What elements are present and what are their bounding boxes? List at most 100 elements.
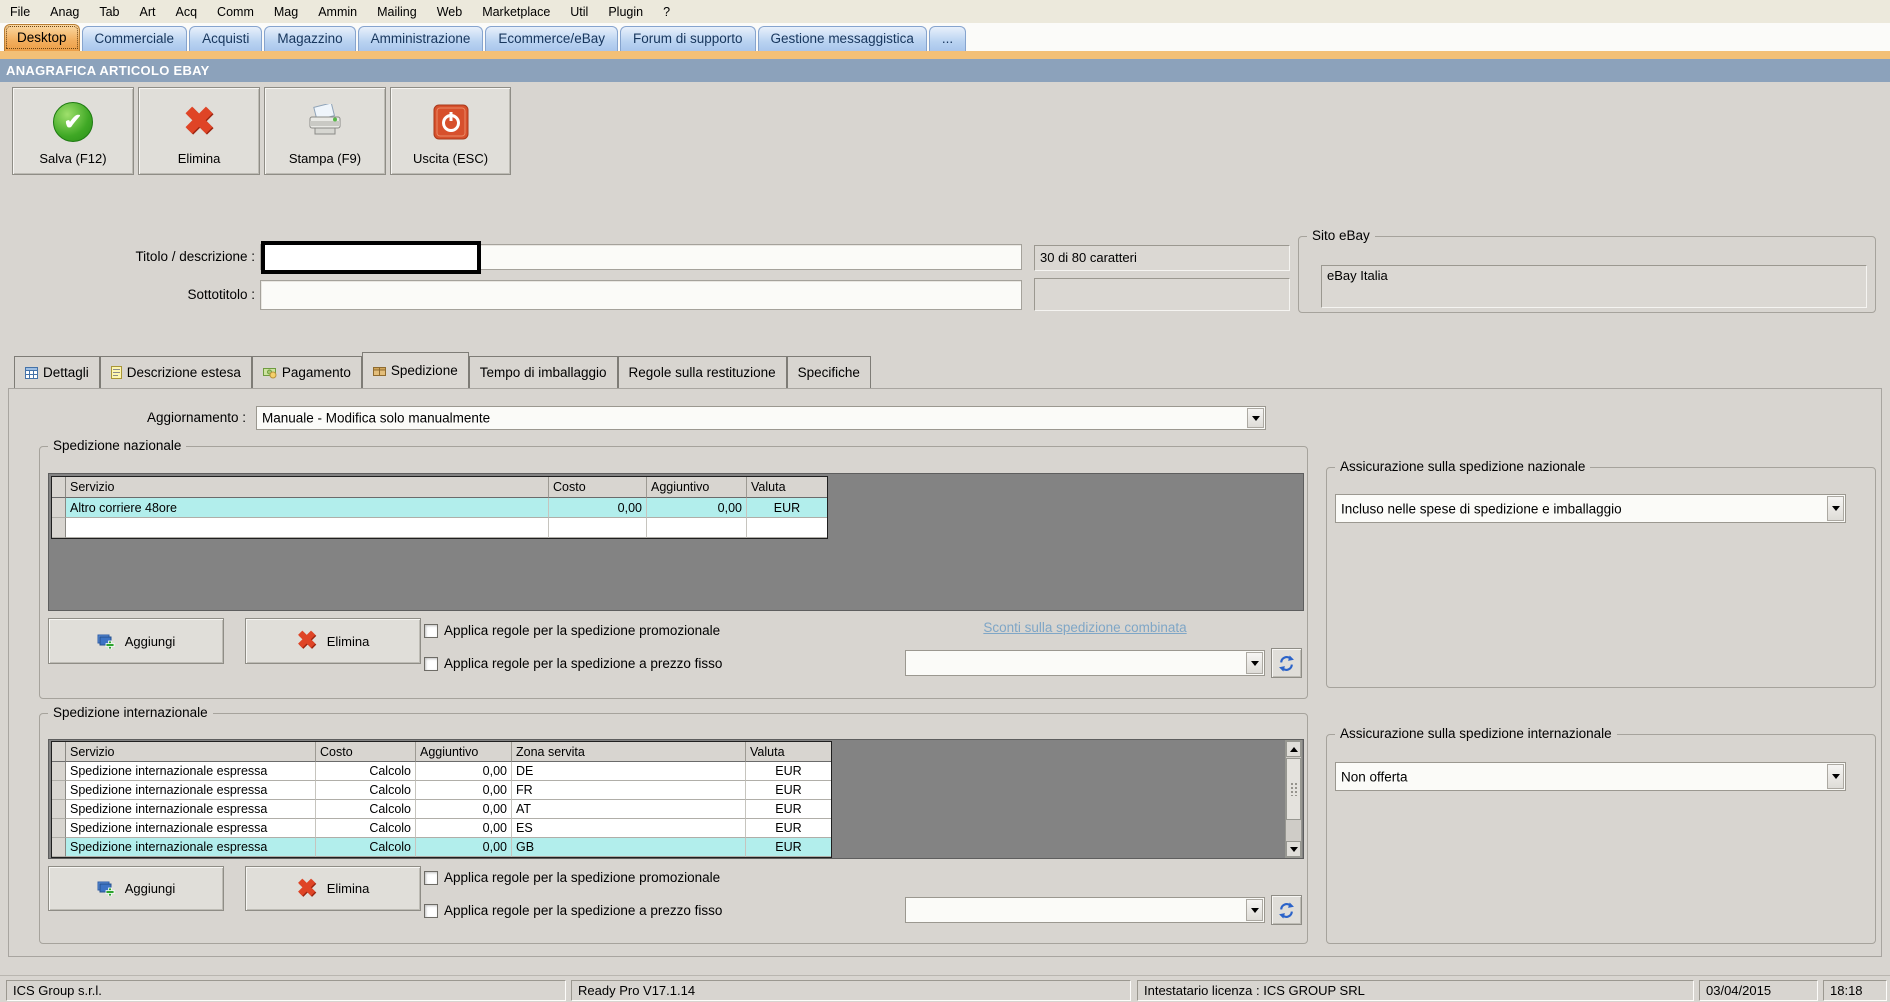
col-costo[interactable]: Costo	[549, 477, 647, 498]
national-combined-select[interactable]	[905, 650, 1265, 676]
national-insurance-group-label: Assicurazione sulla spedizione nazionale	[1335, 459, 1591, 474]
national-combined-dropdown-button[interactable]	[1246, 652, 1263, 674]
international-delete-button[interactable]: ✖ Elimina	[245, 866, 421, 911]
tab-descrizione-estesa[interactable]: Descrizione estesa	[99, 356, 252, 388]
row-selector[interactable]	[52, 498, 66, 518]
cell-aggiuntivo	[647, 518, 747, 538]
international-fixed-price-checkbox[interactable]	[424, 904, 438, 918]
col-valuta[interactable]: Valuta	[746, 742, 831, 762]
table-row[interactable]: Altro corriere 48ore 0,00 0,00 EUR	[52, 498, 827, 518]
table-row[interactable]: Spedizione internazionale espressa Calco…	[52, 762, 831, 781]
main-tab-commerciale[interactable]: Commerciale	[81, 26, 188, 51]
table-row[interactable]: Spedizione internazionale espressa Calco…	[52, 819, 831, 838]
tab-tempo-imballaggio[interactable]: Tempo di imballaggio	[468, 356, 618, 388]
menu-anag[interactable]: Anag	[40, 2, 89, 22]
national-promo-checkbox[interactable]	[424, 624, 438, 638]
menu-comm[interactable]: Comm	[207, 2, 264, 22]
national-insurance-select[interactable]: Incluso nelle spese di spedizione e imba…	[1335, 494, 1846, 523]
menu-mailing[interactable]: Mailing	[367, 2, 427, 22]
col-zona-servita[interactable]: Zona servita	[512, 742, 746, 762]
col-servizio[interactable]: Servizio	[66, 742, 316, 762]
row-selector[interactable]	[52, 838, 66, 857]
national-table-header: Servizio Costo Aggiuntivo Valuta	[52, 477, 827, 498]
combined-shipping-discounts-link[interactable]: Sconti sulla spedizione combinata	[905, 620, 1265, 635]
tab-pagamento[interactable]: Pagamento	[251, 356, 362, 388]
international-insurance-group-label: Assicurazione sulla spedizione internazi…	[1335, 726, 1617, 741]
main-tab-acquisti[interactable]: Acquisti	[189, 26, 263, 51]
international-promo-checkbox[interactable]	[424, 871, 438, 885]
menu-plugin[interactable]: Plugin	[598, 2, 653, 22]
menu-tab[interactable]: Tab	[89, 2, 129, 22]
main-tab-amministrazione[interactable]: Amministrazione	[357, 26, 484, 51]
exit-button[interactable]: Uscita (ESC)	[390, 87, 511, 175]
tab-specifiche[interactable]: Specifiche	[786, 356, 871, 388]
menu-file[interactable]: File	[0, 2, 40, 22]
red-x-icon: ✖	[183, 101, 215, 143]
tab-regole-restituzione[interactable]: Regole sulla restituzione	[617, 356, 787, 388]
col-aggiuntivo[interactable]: Aggiuntivo	[647, 477, 747, 498]
main-tab-magazzino[interactable]: Magazzino	[264, 26, 356, 51]
international-add-button[interactable]: Aggiungi	[48, 866, 224, 911]
menu-web[interactable]: Web	[427, 2, 472, 22]
cell-servizio	[66, 518, 549, 538]
menu-help[interactable]: ?	[653, 2, 680, 22]
update-mode-dropdown-button[interactable]	[1247, 408, 1264, 428]
national-fixed-price-checkbox[interactable]	[424, 657, 438, 671]
national-refresh-button[interactable]	[1271, 648, 1302, 678]
scroll-down-button[interactable]	[1286, 841, 1301, 857]
international-table[interactable]: Servizio Costo Aggiuntivo Zona servita V…	[51, 741, 832, 858]
national-insurance-dropdown-button[interactable]	[1827, 496, 1844, 521]
cell-costo: Calcolo	[316, 762, 416, 781]
national-table[interactable]: Servizio Costo Aggiuntivo Valuta Altro c…	[51, 476, 828, 539]
row-selector[interactable]	[52, 800, 66, 819]
main-tab-overflow[interactable]: ...	[928, 26, 967, 51]
col-servizio[interactable]: Servizio	[66, 477, 549, 498]
delete-button[interactable]: ✖ Elimina	[138, 87, 260, 175]
col-valuta[interactable]: Valuta	[747, 477, 827, 498]
international-combined-dropdown-button[interactable]	[1246, 899, 1263, 921]
international-insurance-select[interactable]: Non offerta	[1335, 762, 1846, 791]
menu-marketplace[interactable]: Marketplace	[472, 2, 560, 22]
national-delete-button[interactable]: ✖ Elimina	[245, 618, 421, 664]
row-selector[interactable]	[52, 518, 66, 538]
table-row[interactable]: Spedizione internazionale espressa Calco…	[52, 838, 831, 857]
tab-dettagli[interactable]: Dettagli	[14, 356, 100, 388]
update-mode-select[interactable]: Manuale - Modifica solo manualmente	[256, 406, 1266, 430]
main-tab-desktop[interactable]: Desktop	[4, 24, 80, 51]
menu-util[interactable]: Util	[560, 2, 598, 22]
scroll-up-button[interactable]	[1286, 741, 1301, 757]
main-tab-ecommerce-ebay[interactable]: Ecommerce/eBay	[485, 26, 618, 51]
col-aggiuntivo[interactable]: Aggiuntivo	[416, 742, 512, 762]
save-button[interactable]: ✔ Salva (F12)	[12, 87, 134, 175]
refresh-arrows-icon	[1279, 655, 1294, 671]
col-costo[interactable]: Costo	[316, 742, 416, 762]
national-add-button[interactable]: Aggiungi	[48, 618, 224, 664]
cell-servizio: Spedizione internazionale espressa	[66, 838, 316, 857]
main-tab-forum[interactable]: Forum di supporto	[619, 26, 756, 51]
table-row[interactable]	[52, 518, 827, 538]
menu-acq[interactable]: Acq	[166, 2, 208, 22]
chevron-down-icon	[1250, 660, 1259, 670]
row-selector[interactable]	[52, 762, 66, 781]
subtitle-input[interactable]	[260, 280, 1022, 310]
international-refresh-button[interactable]	[1271, 895, 1302, 925]
cell-valuta: EUR	[746, 781, 831, 800]
international-table-scrollbar[interactable]	[1285, 740, 1302, 858]
print-button-label: Stampa (F9)	[288, 151, 362, 166]
menu-mag[interactable]: Mag	[264, 2, 308, 22]
menu-ammin[interactable]: Ammin	[308, 2, 367, 22]
row-selector[interactable]	[52, 781, 66, 800]
table-row[interactable]: Spedizione internazionale espressa Calco…	[52, 781, 831, 800]
scrollbar-thumb[interactable]	[1286, 758, 1301, 820]
international-insurance-dropdown-button[interactable]	[1827, 764, 1844, 789]
title-focus-box[interactable]	[261, 241, 481, 274]
print-button[interactable]: Stampa (F9)	[264, 87, 386, 175]
main-tab-messaggistica[interactable]: Gestione messaggistica	[757, 26, 927, 51]
menu-art[interactable]: Art	[130, 2, 166, 22]
international-combined-select[interactable]	[905, 897, 1265, 923]
tab-spedizione[interactable]: Spedizione	[361, 352, 469, 388]
subtitle-field-label: Sottotitolo :	[187, 287, 255, 302]
row-selector[interactable]	[52, 819, 66, 838]
char-counter-secondary	[1034, 278, 1290, 311]
table-row[interactable]: Spedizione internazionale espressa Calco…	[52, 800, 831, 819]
